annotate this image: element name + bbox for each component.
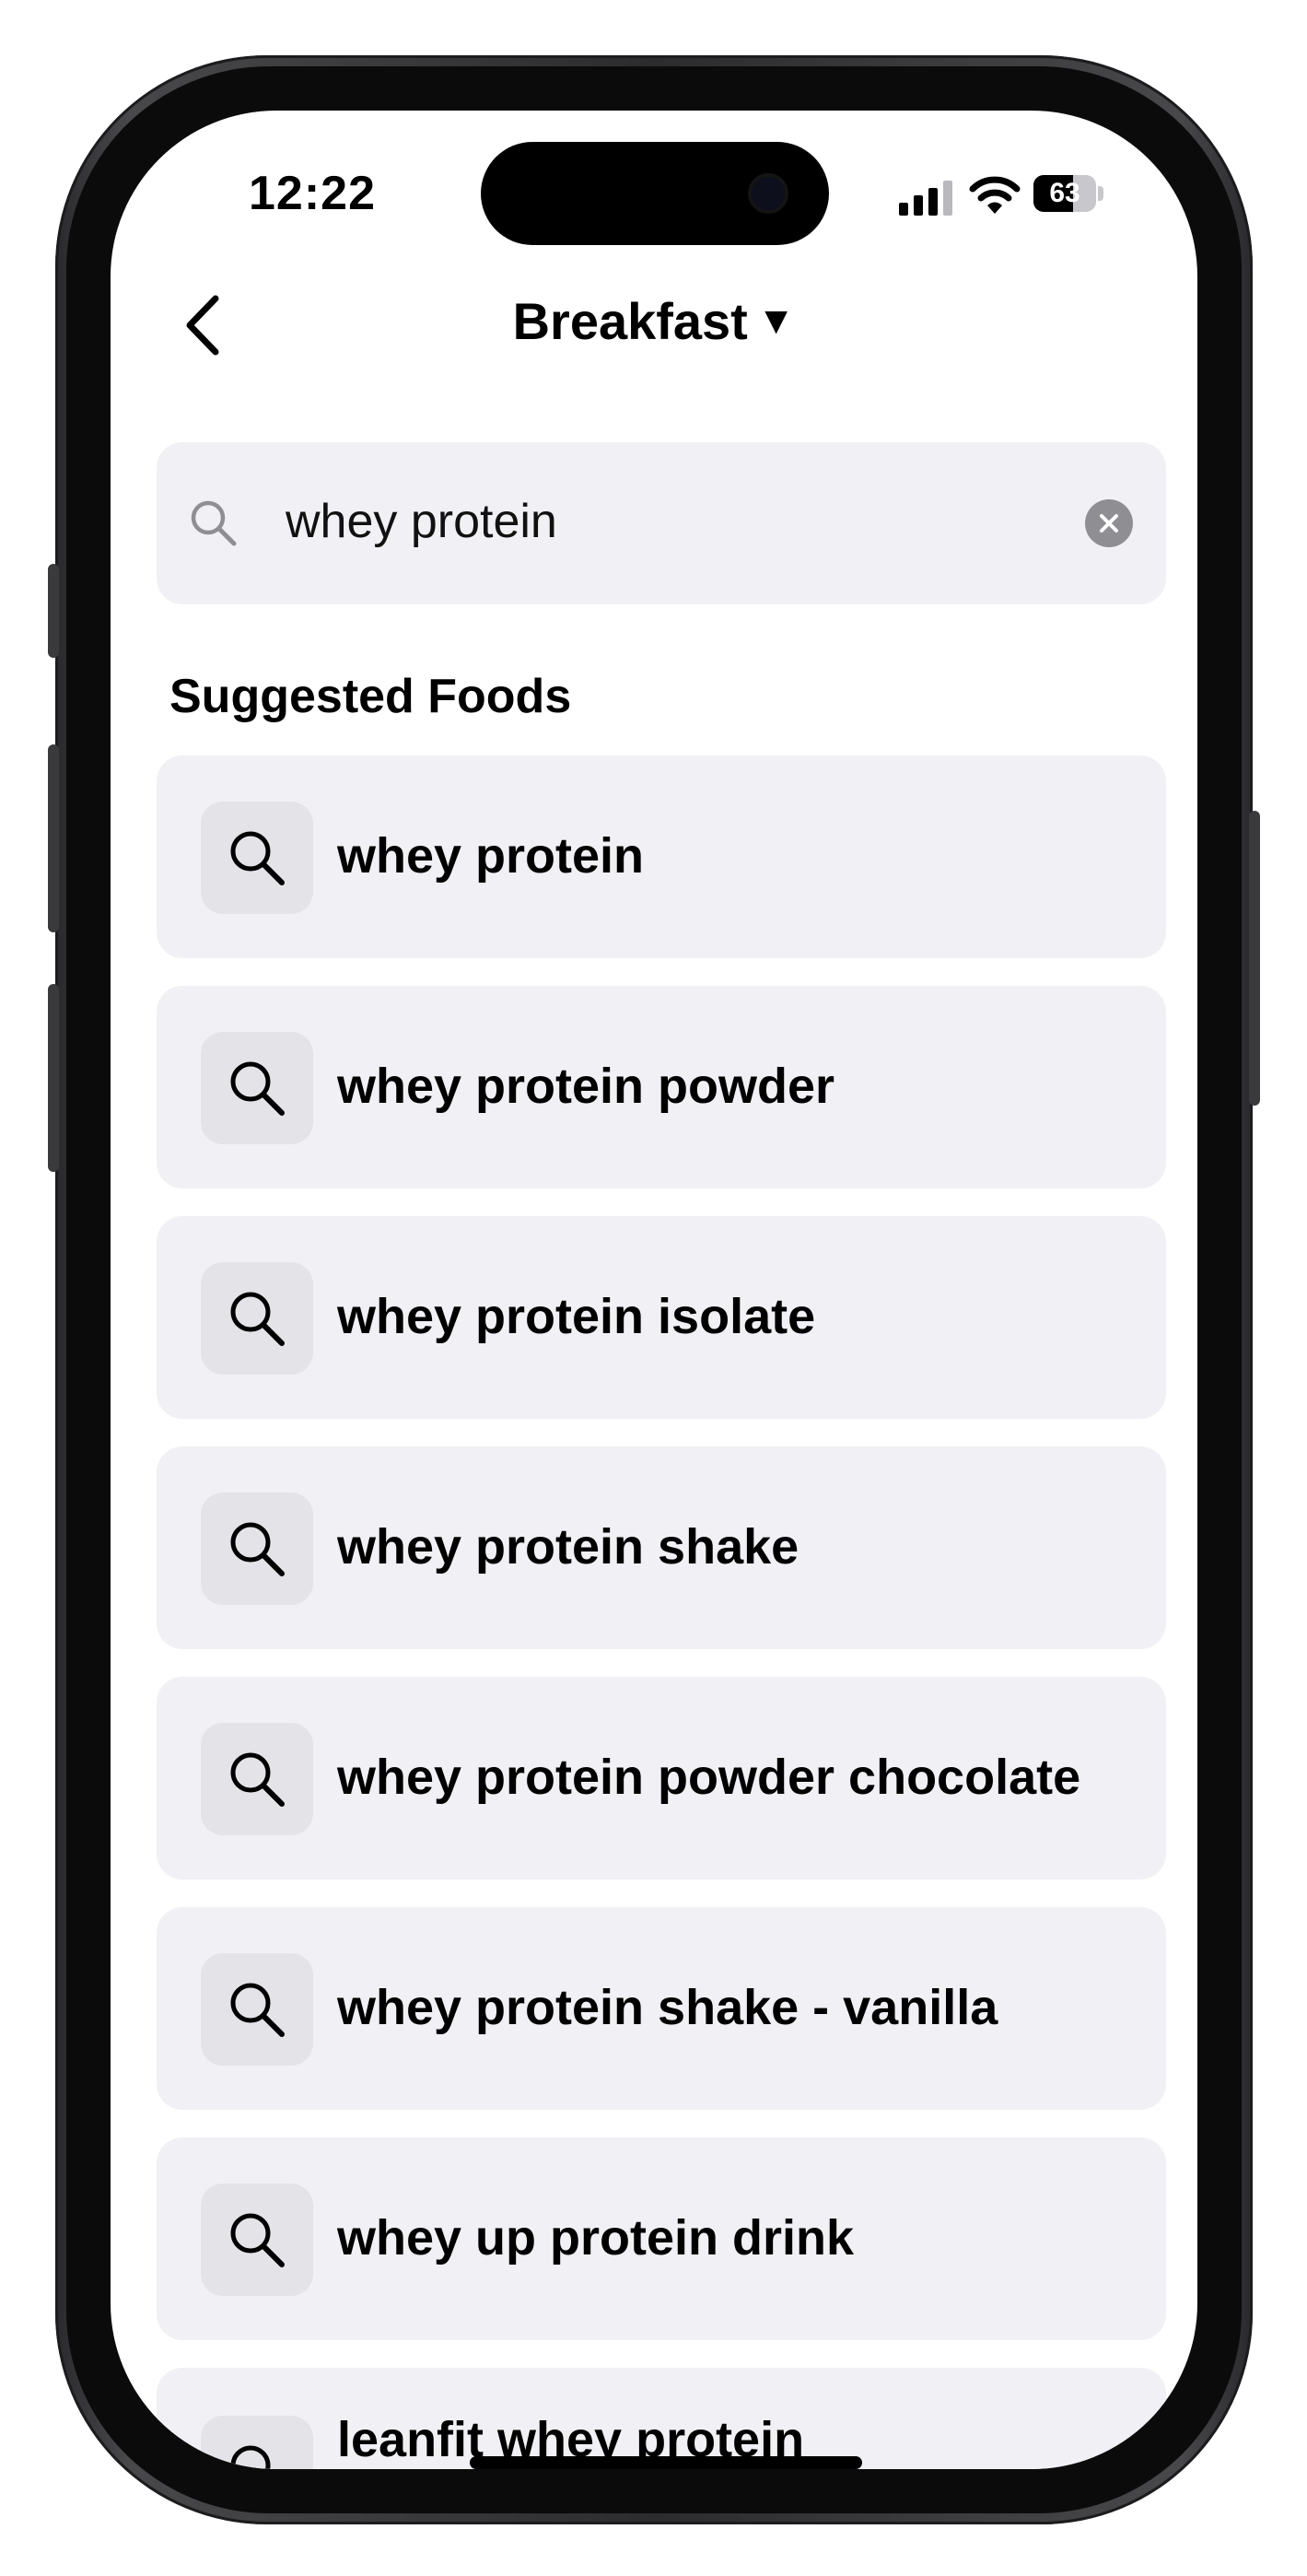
suggestion-item[interactable]: whey protein powder: [157, 986, 1166, 1188]
suggestion-icon-box: [201, 2416, 313, 2469]
wifi-icon: [969, 176, 1021, 214]
search-input[interactable]: whey protein: [286, 494, 557, 549]
suggestion-label: whey protein powder chocolate: [337, 1750, 1081, 1805]
meal-selector[interactable]: Breakfast ▼: [111, 291, 1197, 351]
suggestion-label: whey up protein drink: [337, 2210, 855, 2266]
battery-tip: [1098, 186, 1103, 201]
front-camera: [752, 177, 785, 210]
suggestion-label: whey protein powder: [337, 1059, 835, 1114]
search-field[interactable]: whey protein: [157, 442, 1166, 604]
clear-search-button[interactable]: [1085, 499, 1133, 547]
status-time: 12:22: [249, 167, 376, 220]
suggestion-item[interactable]: whey protein powder chocolate: [157, 1677, 1166, 1879]
search-icon: [230, 1292, 285, 1346]
home-indicator[interactable]: [470, 2456, 862, 2469]
dropdown-caret-icon: ▼: [756, 299, 796, 342]
search-icon: [230, 2213, 285, 2267]
clear-circle-icon: [1100, 514, 1118, 533]
volume-down-button: [48, 984, 59, 1172]
suggestion-icon-box: [201, 2184, 313, 2296]
screen: 12:22 63 Breakfast ▼ whey protein Sugges…: [111, 111, 1197, 2469]
search-icon: [230, 1061, 285, 1116]
page-title: Breakfast: [512, 292, 748, 350]
search-icon: [230, 1752, 285, 1807]
search-icon: [191, 500, 237, 546]
suggestion-icon-box: [201, 1953, 313, 2066]
power-button: [1249, 811, 1260, 1106]
suggestion-label: whey protein: [337, 828, 645, 884]
suggestion-label: whey protein isolate: [337, 1289, 816, 1344]
search-icon: [230, 1522, 285, 1576]
section-title: Suggested Foods: [169, 670, 572, 723]
suggestion-item[interactable]: whey protein: [157, 755, 1166, 958]
battery-percent: 63: [1049, 178, 1080, 208]
suggestion-icon-box: [201, 802, 313, 914]
volume-up-button: [48, 744, 59, 932]
suggestion-icon-box: [201, 1262, 313, 1375]
suggestion-icon-box: [201, 1032, 313, 1144]
suggestion-item[interactable]: whey up protein drink: [157, 2137, 1166, 2340]
cellular-signal-icon: [899, 179, 956, 216]
dynamic-island: [481, 142, 829, 245]
suggestion-icon-box: [201, 1493, 313, 1605]
search-icon: [230, 2445, 271, 2469]
search-icon: [230, 1983, 285, 2037]
suggestion-label: whey protein shake: [337, 1519, 799, 1575]
suggestion-item[interactable]: whey protein isolate: [157, 1216, 1166, 1419]
action-button: [48, 564, 59, 658]
suggestion-item[interactable]: whey protein shake - vanilla: [157, 1907, 1166, 2110]
search-icon: [230, 831, 285, 885]
suggestion-item[interactable]: leanfit whey protein shake - vanilla: [157, 2368, 1166, 2469]
suggestion-icon-box: [201, 1723, 313, 1835]
suggestion-item[interactable]: whey protein shake: [157, 1446, 1166, 1649]
battery-icon: 63: [1033, 175, 1096, 212]
suggestion-label: whey protein shake - vanilla: [337, 1980, 998, 2035]
